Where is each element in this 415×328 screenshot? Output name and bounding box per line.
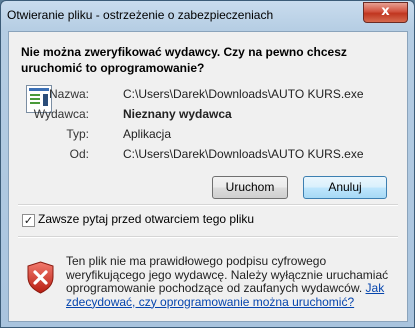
detail-label: Od: — [69, 147, 89, 161]
warning-message: Ten plik nie ma prawidłowego podpisu cyf… — [66, 254, 396, 309]
always-ask-checkbox[interactable]: ✓ — [22, 214, 35, 227]
divider — [18, 236, 398, 238]
divider — [18, 204, 398, 206]
detail-row-type: Typ: Aplikacja — [9, 127, 369, 143]
detail-value: C:\Users\Darek\Downloads\AUTO KURS.exe — [123, 147, 364, 161]
detail-row-from: Od: C:\Users\Darek\Downloads\AUTO KURS.e… — [9, 147, 369, 163]
detail-row-name: Nazwa: C:\Users\Darek\Downloads\AUTO KUR… — [9, 87, 369, 103]
cancel-button[interactable]: Anuluj — [303, 176, 387, 199]
title-bar[interactable]: Otwieranie pliku - ostrzeżenie o zabezpi… — [1, 1, 414, 31]
detail-value: Aplikacja — [123, 127, 172, 141]
detail-label: Nazwa: — [48, 87, 89, 101]
window-title: Otwieranie pliku - ostrzeżenie o zabezpi… — [7, 8, 274, 22]
security-warning-window: Otwieranie pliku - ostrzeżenie o zabezpi… — [0, 0, 415, 328]
detail-label: Typ: — [66, 127, 89, 141]
detail-row-publisher: Wydawca: Nieznany wydawca — [9, 107, 369, 123]
close-button[interactable]: x — [363, 2, 408, 23]
detail-value: Nieznany wydawca — [123, 107, 232, 121]
warning-text: Ten plik nie ma prawidłowego podpisu cyf… — [66, 254, 389, 295]
warning-question: Nie można zweryfikować wydawcy. Czy na p… — [21, 45, 347, 75]
red-shield-x-icon — [27, 261, 54, 294]
detail-value: C:\Users\Darek\Downloads\AUTO KURS.exe — [123, 87, 364, 101]
dialog-body: Nie można zweryfikować wydawcy. Czy na p… — [8, 31, 408, 322]
checkmark-icon: ✓ — [23, 214, 34, 227]
always-ask-label[interactable]: Zawsze pytaj przed otwarciem tego pliku — [38, 212, 254, 226]
run-button[interactable]: Uruchom — [212, 176, 288, 199]
detail-label: Wydawca: — [33, 107, 89, 121]
